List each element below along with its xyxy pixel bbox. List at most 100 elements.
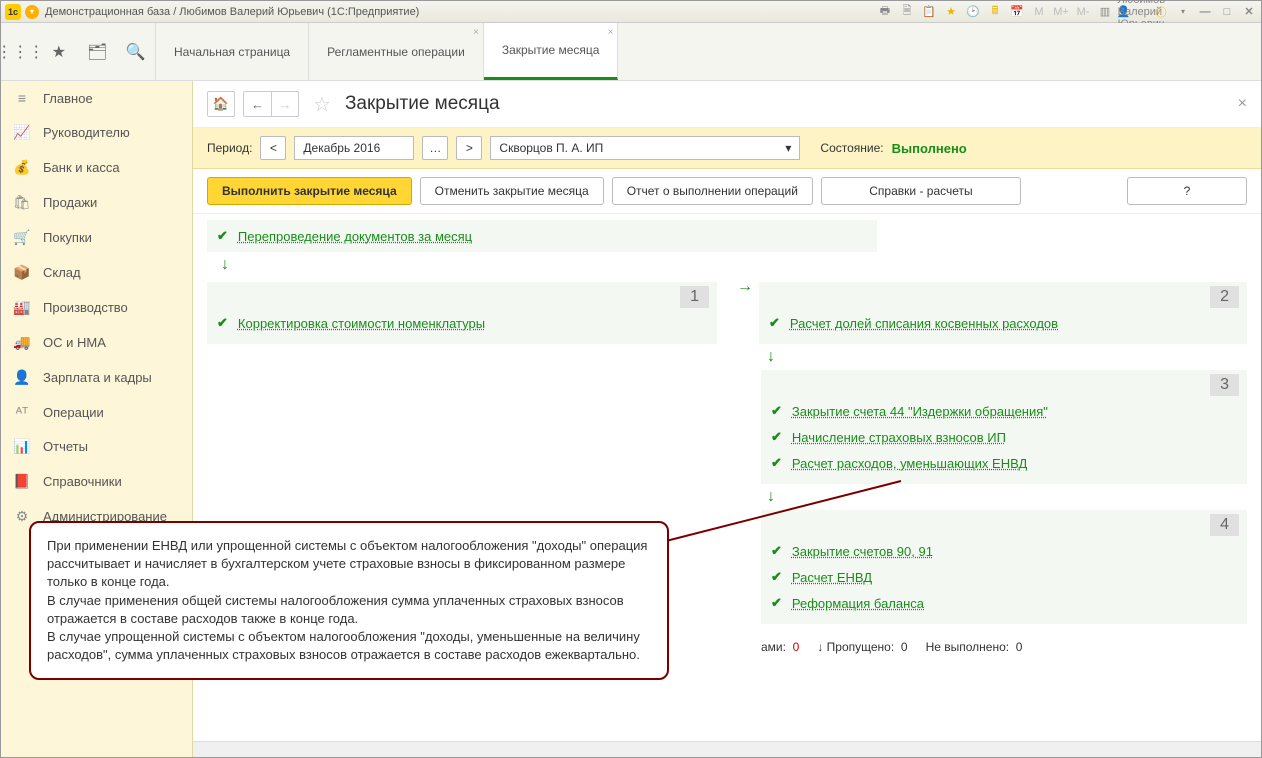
home-button[interactable]: 🏠 bbox=[207, 91, 235, 117]
favorite-icon[interactable]: ★ bbox=[943, 4, 959, 20]
tab-close-icon[interactable]: × bbox=[608, 27, 614, 38]
star-icon[interactable]: ★ bbox=[49, 42, 69, 62]
repost-link[interactable]: Перепроведение документов за месяц bbox=[238, 229, 472, 244]
arrow-down-icon: ↓ bbox=[221, 256, 1247, 274]
close-icon[interactable]: ✕ bbox=[1241, 4, 1257, 20]
tab-reglament[interactable]: Регламентные операции× bbox=[309, 23, 484, 80]
filter-bar: Период: < Декабрь 2016 … > Скворцов П. А… bbox=[193, 128, 1261, 169]
sidebar-item-main[interactable]: ≡Главное bbox=[1, 81, 192, 115]
block-1: 1 ✔ Корректировка стоимости номенклатуры bbox=[207, 282, 717, 344]
callout-text: При применении ЕНВД или упрощенной систе… bbox=[47, 537, 651, 664]
sidebar-item-sales[interactable]: 🛍Продажи bbox=[1, 185, 192, 220]
sidebar-item-operations[interactable]: ᴬᵀОперации bbox=[1, 395, 192, 429]
sidebar-item-reports[interactable]: 📊Отчеты bbox=[1, 429, 192, 464]
check-icon: ✔ bbox=[771, 429, 782, 445]
ops-icon: ᴬᵀ bbox=[13, 404, 31, 420]
panel-icon[interactable]: ▥ bbox=[1097, 4, 1113, 20]
truck-icon: 🚚 bbox=[13, 334, 31, 351]
block-number: 3 bbox=[1210, 374, 1239, 396]
sidebar-item-warehouse[interactable]: 📦Склад bbox=[1, 255, 192, 290]
calc-icon[interactable]: 🖩 bbox=[987, 4, 1003, 20]
period-picker-button[interactable]: … bbox=[422, 136, 448, 160]
stage-repost: ✔ Перепроведение документов за месяц bbox=[207, 220, 877, 252]
op-link[interactable]: Закрытие счетов 90, 91 bbox=[792, 544, 933, 559]
check-icon: ✔ bbox=[771, 595, 782, 611]
user-label[interactable]: 👤 Любимов Валерий Юрьевич bbox=[1125, 4, 1141, 20]
barchart-icon: 📊 bbox=[13, 438, 31, 455]
footer-stats: ами: 0 ↓ Пропущено: 0 Не выполнено: 0 bbox=[761, 632, 1247, 662]
doc-icon[interactable]: 🗎 bbox=[899, 4, 915, 20]
tabs: Начальная страница Регламентные операции… bbox=[156, 23, 1261, 80]
m-label[interactable]: M bbox=[1031, 4, 1047, 20]
print-icon[interactable]: 🖶 bbox=[877, 4, 893, 20]
box-icon: 📦 bbox=[13, 264, 31, 281]
block-number: 2 bbox=[1210, 286, 1239, 308]
maximize-icon[interactable]: □ bbox=[1219, 4, 1235, 20]
page-close-icon[interactable]: × bbox=[1238, 95, 1247, 113]
tab-start[interactable]: Начальная страница bbox=[156, 23, 309, 80]
op-link[interactable]: Корректировка стоимости номенклатуры bbox=[238, 316, 485, 331]
tab-close-icon[interactable]: × bbox=[473, 27, 479, 38]
report-button[interactable]: Отчет о выполнении операций bbox=[612, 177, 813, 205]
execute-button[interactable]: Выполнить закрытие месяца bbox=[207, 177, 412, 205]
titlebar: 1c ▾ Демонстрационная база / Любимов Вал… bbox=[1, 1, 1261, 23]
favorite-toggle-icon[interactable]: ☆ bbox=[313, 92, 331, 117]
app-window: 1c ▾ Демонстрационная база / Любимов Вал… bbox=[0, 0, 1262, 758]
tab-closing[interactable]: Закрытие месяца× bbox=[484, 23, 619, 80]
apps-icon[interactable]: ⋮⋮⋮ bbox=[10, 42, 30, 62]
history-icon[interactable]: 🕑 bbox=[965, 4, 981, 20]
sidebar-item-refs[interactable]: 📕Справочники bbox=[1, 464, 192, 499]
period-field[interactable]: Декабрь 2016 bbox=[294, 136, 414, 160]
clipboard-top-icon[interactable]: 🗂 bbox=[87, 42, 107, 62]
search-icon[interactable]: 🔍 bbox=[126, 42, 146, 62]
forward-button[interactable]: → bbox=[271, 91, 299, 117]
m-minus-label[interactable]: M- bbox=[1075, 4, 1091, 20]
op-link[interactable]: Расчет расходов, уменьшающих ЕНВД bbox=[792, 456, 1027, 471]
block-number: 4 bbox=[1210, 514, 1239, 536]
sidebar-item-manager[interactable]: 📈Руководителю bbox=[1, 115, 192, 150]
info-icon[interactable]: ⓘ bbox=[1153, 4, 1169, 20]
op-link[interactable]: Расчет долей списания косвенных расходов bbox=[790, 316, 1058, 331]
op-link[interactable]: Закрытие счета 44 "Издержки обращения" bbox=[792, 404, 1048, 419]
help-button[interactable]: ? bbox=[1127, 177, 1247, 205]
sidebar-item-purchases[interactable]: 🛒Покупки bbox=[1, 220, 192, 255]
tooltip-callout: При применении ЕНВД или упрощенной систе… bbox=[29, 521, 669, 680]
period-next-button[interactable]: > bbox=[456, 136, 482, 160]
m-plus-label[interactable]: M+ bbox=[1053, 4, 1069, 20]
op-link[interactable]: Начисление страховых взносов ИП bbox=[792, 430, 1006, 445]
horizontal-scrollbar[interactable] bbox=[193, 741, 1261, 757]
page-title: Закрытие месяца bbox=[345, 93, 500, 115]
back-button[interactable]: ← bbox=[243, 91, 271, 117]
check-icon: ✔ bbox=[771, 455, 782, 471]
arrow-down-icon: ↓ bbox=[767, 348, 1247, 366]
bag-icon: 🛍 bbox=[13, 194, 31, 211]
sidebar-item-hr[interactable]: 👤Зарплата и кадры bbox=[1, 360, 192, 395]
sidebar-item-assets[interactable]: 🚚ОС и НМА bbox=[1, 325, 192, 360]
clipboard-icon[interactable]: 📋 bbox=[921, 4, 937, 20]
check-icon: ✔ bbox=[217, 228, 228, 244]
calendar-icon[interactable]: 📅 bbox=[1009, 4, 1025, 20]
cancel-button[interactable]: Отменить закрытие месяца bbox=[420, 177, 604, 205]
sidebar-item-production[interactable]: 🏭Производство bbox=[1, 290, 192, 325]
sidebar-item-bank[interactable]: 💰Банк и касса bbox=[1, 150, 192, 185]
op-link[interactable]: Реформация баланса bbox=[792, 596, 924, 611]
period-label: Период: bbox=[207, 141, 252, 155]
minimize-icon[interactable]: — bbox=[1197, 4, 1213, 20]
page-header: 🏠 ← → ☆ Закрытие месяца × bbox=[193, 81, 1261, 128]
block-2: 2 ✔ Расчет долей списания косвенных расх… bbox=[759, 282, 1247, 344]
org-select[interactable]: Скворцов П. А. ИП▾ bbox=[490, 136, 800, 160]
top-area: ⋮⋮⋮ ★ 🗂 🔍 Начальная страница Регламентны… bbox=[1, 23, 1261, 81]
chevron-down-icon: ▾ bbox=[785, 141, 791, 155]
period-prev-button[interactable]: < bbox=[260, 136, 286, 160]
menu-icon: ≡ bbox=[13, 90, 31, 106]
refs-button[interactable]: Справки - расчеты bbox=[821, 177, 1021, 205]
op-link[interactable]: Расчет ЕНВД bbox=[792, 570, 872, 585]
book-icon: 📕 bbox=[13, 473, 31, 490]
window-title: Демонстрационная база / Любимов Валерий … bbox=[45, 6, 877, 18]
check-icon: ✔ bbox=[771, 403, 782, 419]
money-icon: 💰 bbox=[13, 159, 31, 176]
check-icon: ✔ bbox=[771, 543, 782, 559]
status-label: Состояние: bbox=[820, 141, 883, 155]
info-dd-icon[interactable]: ▾ bbox=[1175, 4, 1191, 20]
dropdown-icon[interactable]: ▾ bbox=[25, 5, 39, 19]
